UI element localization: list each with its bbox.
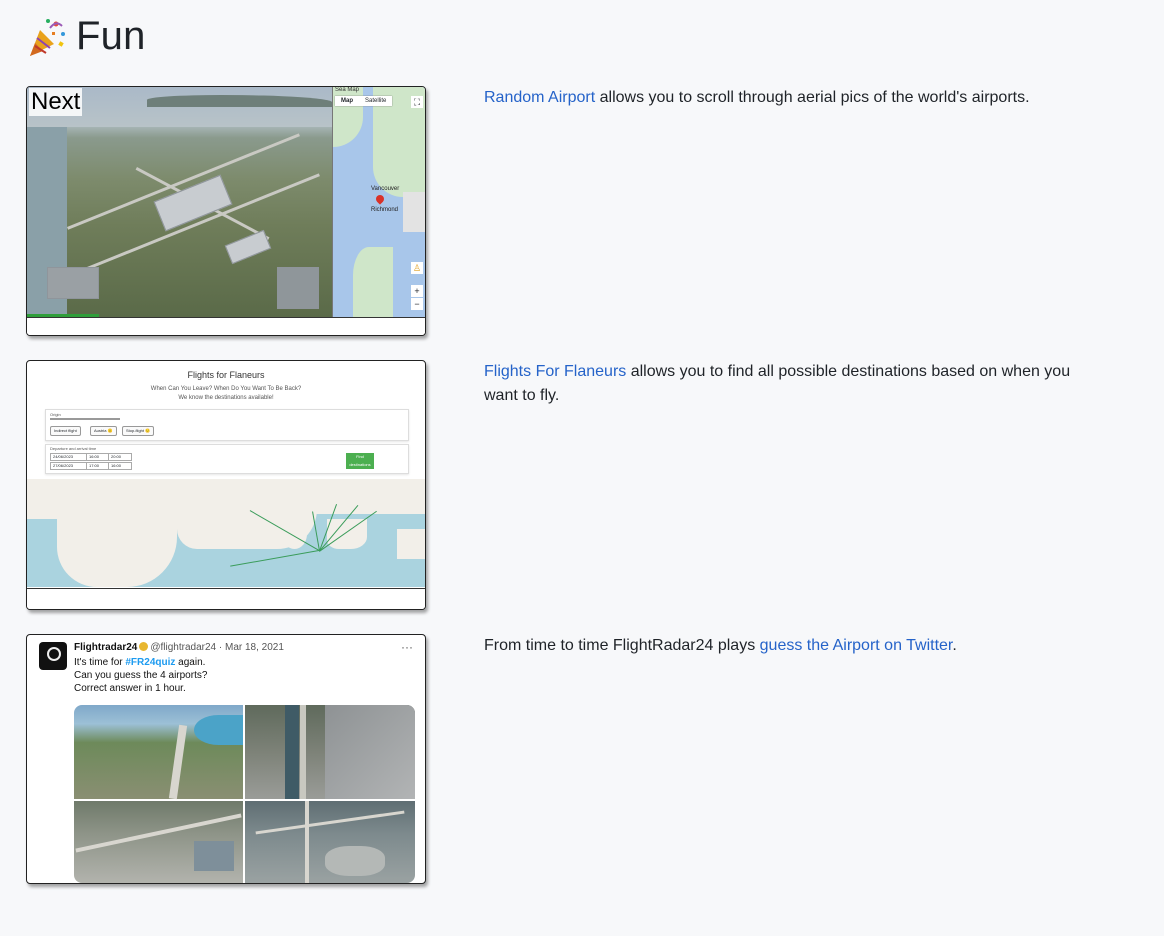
tweet-line1-prefix: It's time for: [74, 657, 126, 668]
section-title: Fun: [76, 14, 146, 58]
flights-for-flaneurs-description: Flights For Flaneurs allows you to find …: [484, 360, 1094, 408]
card-footer: [27, 317, 425, 335]
airport-quiz-description: From time to time FlightRadar24 plays gu…: [484, 634, 1094, 658]
ff-time-2[interactable]: 20:00: [108, 453, 132, 461]
quiz-airport-image-4[interactable]: [245, 801, 415, 883]
fullscreen-icon[interactable]: ⛶: [411, 96, 423, 108]
tweet-author-name: Flightradar24: [74, 642, 138, 653]
tweet-line1-suffix: again.: [175, 657, 206, 668]
random-airport-description: Random Airport allows you to scroll thro…: [484, 86, 1094, 110]
flights-for-flaneurs-preview[interactable]: Flights for Flaneurs When Can You Leave?…: [26, 360, 426, 610]
tweet-handle-date: @flightradar24 · Mar 18, 2021: [150, 642, 284, 653]
airport-quiz-text-after: .: [952, 637, 957, 654]
map-tab-map[interactable]: Map: [335, 96, 359, 106]
card-footer: [27, 588, 425, 609]
ff-time-3[interactable]: 17:00: [86, 462, 110, 470]
tweet-line2: Can you guess the 4 airports?: [74, 670, 208, 681]
ff-chip-1[interactable]: Indirect flight: [50, 426, 81, 436]
ff-subtitle-1: When Can You Leave? When Do You Want To …: [150, 386, 302, 392]
tweet-image-grid: [74, 705, 415, 883]
verified-badge-icon: [139, 642, 149, 651]
ff-origin-label: Origin: [50, 412, 61, 417]
tweet-hashtag[interactable]: #FR24quiz: [125, 657, 175, 668]
next-button[interactable]: Next: [29, 88, 83, 116]
airport-quiz-text-before: From time to time FlightRadar24 plays: [484, 637, 760, 654]
section-heading: Fun: [26, 14, 146, 59]
tweet-preview[interactable]: Flightradar24 @flightradar24 · Mar 18, 20…: [26, 634, 426, 884]
ff-origin-line: [50, 418, 120, 420]
ff-find-button[interactable]: Find destinations: [346, 453, 374, 469]
flightradar24-avatar: [39, 642, 67, 670]
random-airport-link[interactable]: Random Airport: [484, 89, 595, 106]
zoom-in-icon[interactable]: +: [411, 285, 423, 297]
ff-world-map[interactable]: [27, 479, 425, 587]
random-airport-text: allows you to scroll through aerial pics…: [595, 89, 1030, 106]
map-place-label: Richmond: [371, 207, 399, 213]
ff-time-4[interactable]: 16:00: [108, 462, 132, 470]
ff-subtitle-2: We know the destinations available!: [178, 395, 274, 401]
ff-time-1[interactable]: 16:00: [86, 453, 110, 461]
tweet-author: Flightradar24 @flightradar24 · Mar 18, 20…: [74, 642, 284, 653]
ff-chip-3[interactable]: Stop-flight 🙂: [122, 426, 155, 436]
more-options-icon[interactable]: ···: [401, 640, 413, 654]
tweet-text: It's time for #FR24quiz again. Can you g…: [74, 656, 207, 695]
random-airport-preview[interactable]: Next Sea Map Map Satellite ⛶ Vancouver R…: [26, 86, 426, 336]
ff-chip-2[interactable]: Austria 🙂: [90, 426, 117, 436]
quiz-airport-image-1[interactable]: [74, 705, 243, 800]
ff-origin-panel: Origin Indirect flight Austria 🙂 Stop-fl…: [45, 409, 409, 441]
flights-for-flaneurs-link[interactable]: Flights For Flaneurs: [484, 363, 626, 380]
party-popper-icon: [30, 18, 65, 56]
airport-quiz-link[interactable]: guess the Airport on Twitter: [760, 637, 953, 654]
map-pin-icon: [374, 193, 386, 205]
quiz-airport-image-3[interactable]: [74, 801, 243, 883]
map-tab-satellite[interactable]: Satellite: [359, 96, 392, 106]
map-header: Sea Map: [335, 87, 360, 93]
map-type-tabs[interactable]: Map Satellite: [335, 96, 393, 106]
ff-departure-panel: Departure and arrival time 24/06/2023 16…: [45, 444, 409, 474]
pegman-icon[interactable]: ♙: [411, 262, 423, 274]
ff-date-2[interactable]: 27/06/2023: [50, 462, 88, 470]
zoom-out-icon[interactable]: −: [411, 298, 423, 310]
ff-app-title: Flights for Flaneurs: [187, 370, 265, 380]
aerial-airport-image: [27, 87, 332, 318]
tweet-line3: Correct answer in 1 hour.: [74, 683, 186, 694]
ff-date-1[interactable]: 24/06/2023: [50, 453, 88, 461]
mini-map[interactable]: Sea Map Map Satellite ⛶ Vancouver Richmo…: [332, 87, 425, 318]
ff-departure-label: Departure and arrival time: [50, 446, 97, 451]
quiz-airport-image-2[interactable]: [245, 705, 415, 799]
map-city-label: Vancouver: [371, 186, 400, 192]
